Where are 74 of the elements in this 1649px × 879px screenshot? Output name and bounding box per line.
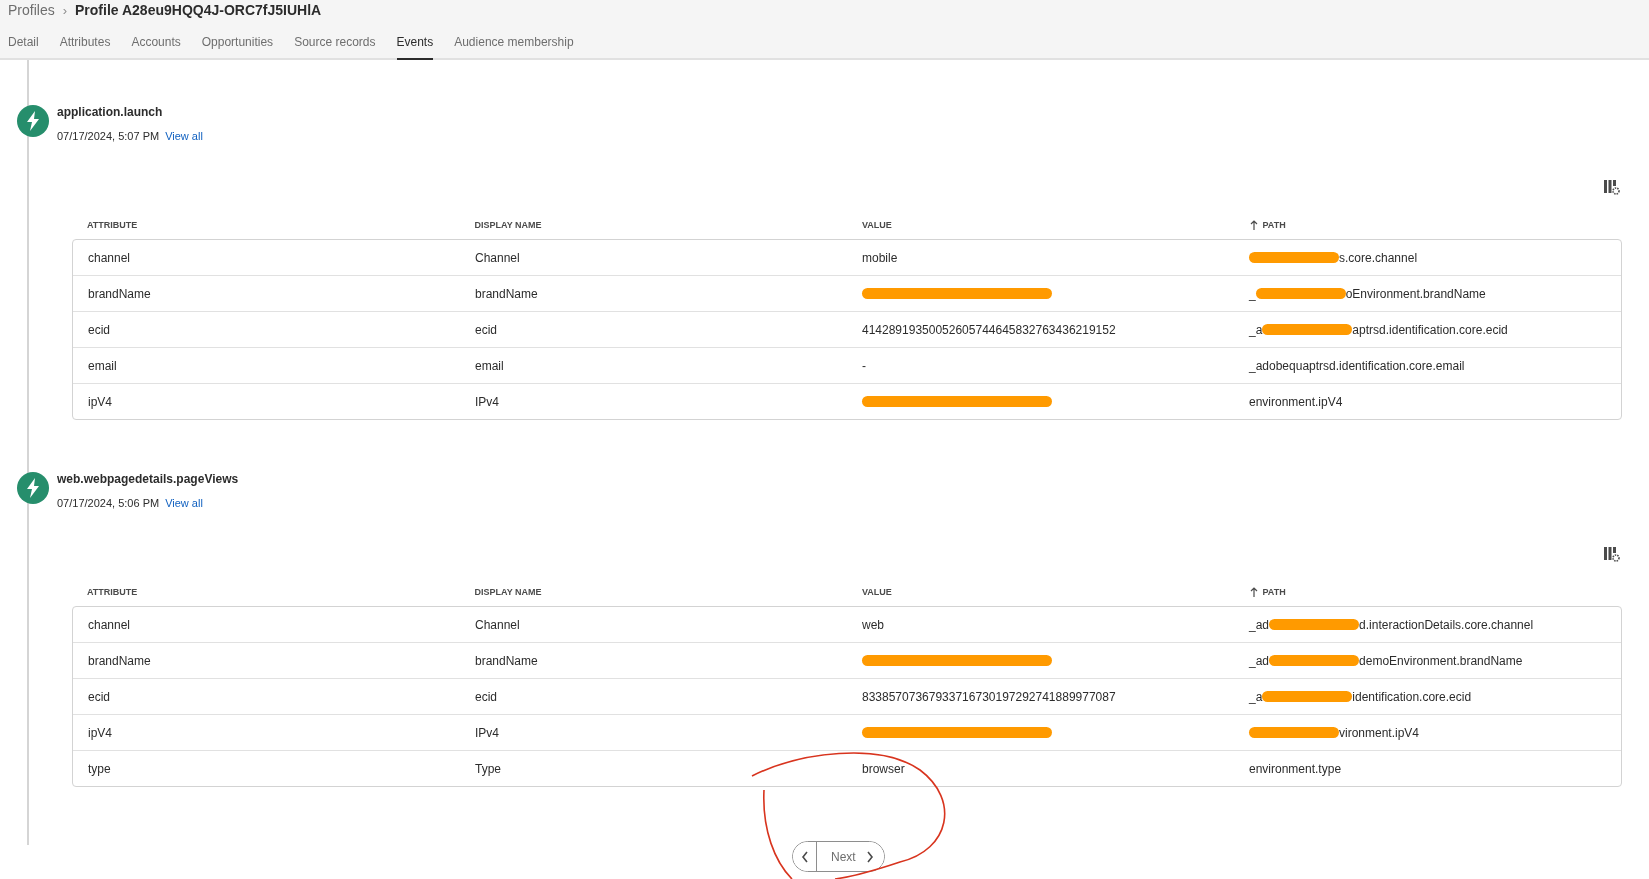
table-cell-text: brandName xyxy=(87,286,152,301)
event-title: application.launch xyxy=(57,105,164,119)
table-cell-text: brandName xyxy=(87,653,152,668)
table-cell-text: 83385707367933716730197292741889977087 xyxy=(861,689,1117,704)
column-header: DISPLAY NAME xyxy=(474,220,542,230)
table-cell-text: - xyxy=(861,358,867,373)
table-cell-text: browser xyxy=(861,761,906,776)
chevron-right-icon xyxy=(865,850,874,863)
cell-text: _ad xyxy=(1249,653,1270,668)
column-header: VALUE xyxy=(862,587,892,597)
view-all-link[interactable]: View all xyxy=(165,497,203,509)
table-cell-text: IPv4 xyxy=(474,725,500,740)
table-cell-text: ecid xyxy=(87,689,111,704)
lightning-icon xyxy=(17,472,49,504)
tab[interactable]: Attributes xyxy=(59,35,111,60)
tab[interactable]: Source records xyxy=(294,35,376,60)
table-cell-text: IPv4 xyxy=(474,394,500,409)
table-cell-text: type xyxy=(87,761,112,776)
table-cell-text: brandName xyxy=(474,286,539,301)
event-timestamp: 07/17/2024, 5:07 PM xyxy=(57,130,160,142)
column-settings-icon[interactable] xyxy=(1603,178,1621,196)
cell-text: vironment.ipV4 xyxy=(1339,725,1420,740)
breadcrumb-link[interactable]: Profiles xyxy=(8,2,55,18)
cell-text: demoEnvironment.brandName xyxy=(1359,653,1523,668)
tab[interactable]: Accounts xyxy=(131,35,181,60)
table-cell-text: brandName xyxy=(474,653,539,668)
column-settings-icon[interactable] xyxy=(1603,545,1621,563)
table-cell-text: email xyxy=(474,358,505,373)
lightning-icon xyxy=(17,105,49,137)
table-cell-text: _adobequaptrsd.identification.core.email xyxy=(1248,358,1466,373)
cell-text: aptrsd.identification.core.ecid xyxy=(1352,322,1508,337)
table-cell-text: ipV4 xyxy=(87,394,114,409)
table-cell-text: ecid xyxy=(474,322,498,337)
cell-text: d.interactionDetails.core.channel xyxy=(1359,617,1534,632)
table-cell-text: environment.ipV4 xyxy=(1248,394,1344,409)
breadcrumb-separator: › xyxy=(62,2,68,18)
table-cell-text: Channel xyxy=(474,250,521,265)
chevron-left-icon xyxy=(800,850,809,863)
column-header: VALUE xyxy=(862,220,892,230)
cell-text: oEnvironment.brandName xyxy=(1345,286,1486,301)
tab[interactable]: Events xyxy=(396,35,434,60)
table-cell-text: web xyxy=(861,617,885,632)
table-cell-text: ecid xyxy=(87,322,111,337)
event-title: web.webpagedetails.pageViews xyxy=(57,472,239,486)
cell-text: s.core.channel xyxy=(1339,250,1418,265)
table-cell-text: mobile xyxy=(861,250,899,265)
column-header: ATTRIBUTE xyxy=(87,220,138,230)
cell-text: _ad xyxy=(1249,617,1270,632)
table-cell-text: Type xyxy=(474,761,502,776)
tab[interactable]: Opportunities xyxy=(201,35,274,60)
cell-text: _ xyxy=(1249,286,1256,301)
table-cell-text: ecid xyxy=(474,689,498,704)
sort-arrow-icon[interactable] xyxy=(1249,220,1258,230)
table-cell-text: channel xyxy=(87,250,132,265)
column-header: PATH xyxy=(1262,587,1286,597)
table-cell-text: ipV4 xyxy=(87,725,114,740)
cell-text: _a xyxy=(1249,322,1263,337)
column-header: ATTRIBUTE xyxy=(87,587,138,597)
table-cell-text: email xyxy=(87,358,118,373)
tab[interactable]: Detail xyxy=(8,35,39,60)
previous-page-button[interactable] xyxy=(793,842,817,871)
cell-text: _a xyxy=(1249,689,1263,704)
table-cell-text: channel xyxy=(87,617,132,632)
event-timestamp: 07/17/2024, 5:06 PM xyxy=(57,497,160,509)
column-header: PATH xyxy=(1262,220,1286,230)
sort-arrow-icon[interactable] xyxy=(1249,587,1258,597)
table-cell-text: Channel xyxy=(474,617,521,632)
column-header: DISPLAY NAME xyxy=(474,587,542,597)
table-cell-text: 41428919350052605744645832763436219152 xyxy=(861,322,1117,337)
tab[interactable]: Audience membership xyxy=(454,35,574,60)
table-cell-text: environment.type xyxy=(1248,761,1343,776)
cell-text: identification.core.ecid xyxy=(1352,689,1472,704)
view-all-link[interactable]: View all xyxy=(165,130,203,142)
page-title: Profile A28eu9HQQ4J-ORC7fJ5IUHlA xyxy=(75,2,322,18)
